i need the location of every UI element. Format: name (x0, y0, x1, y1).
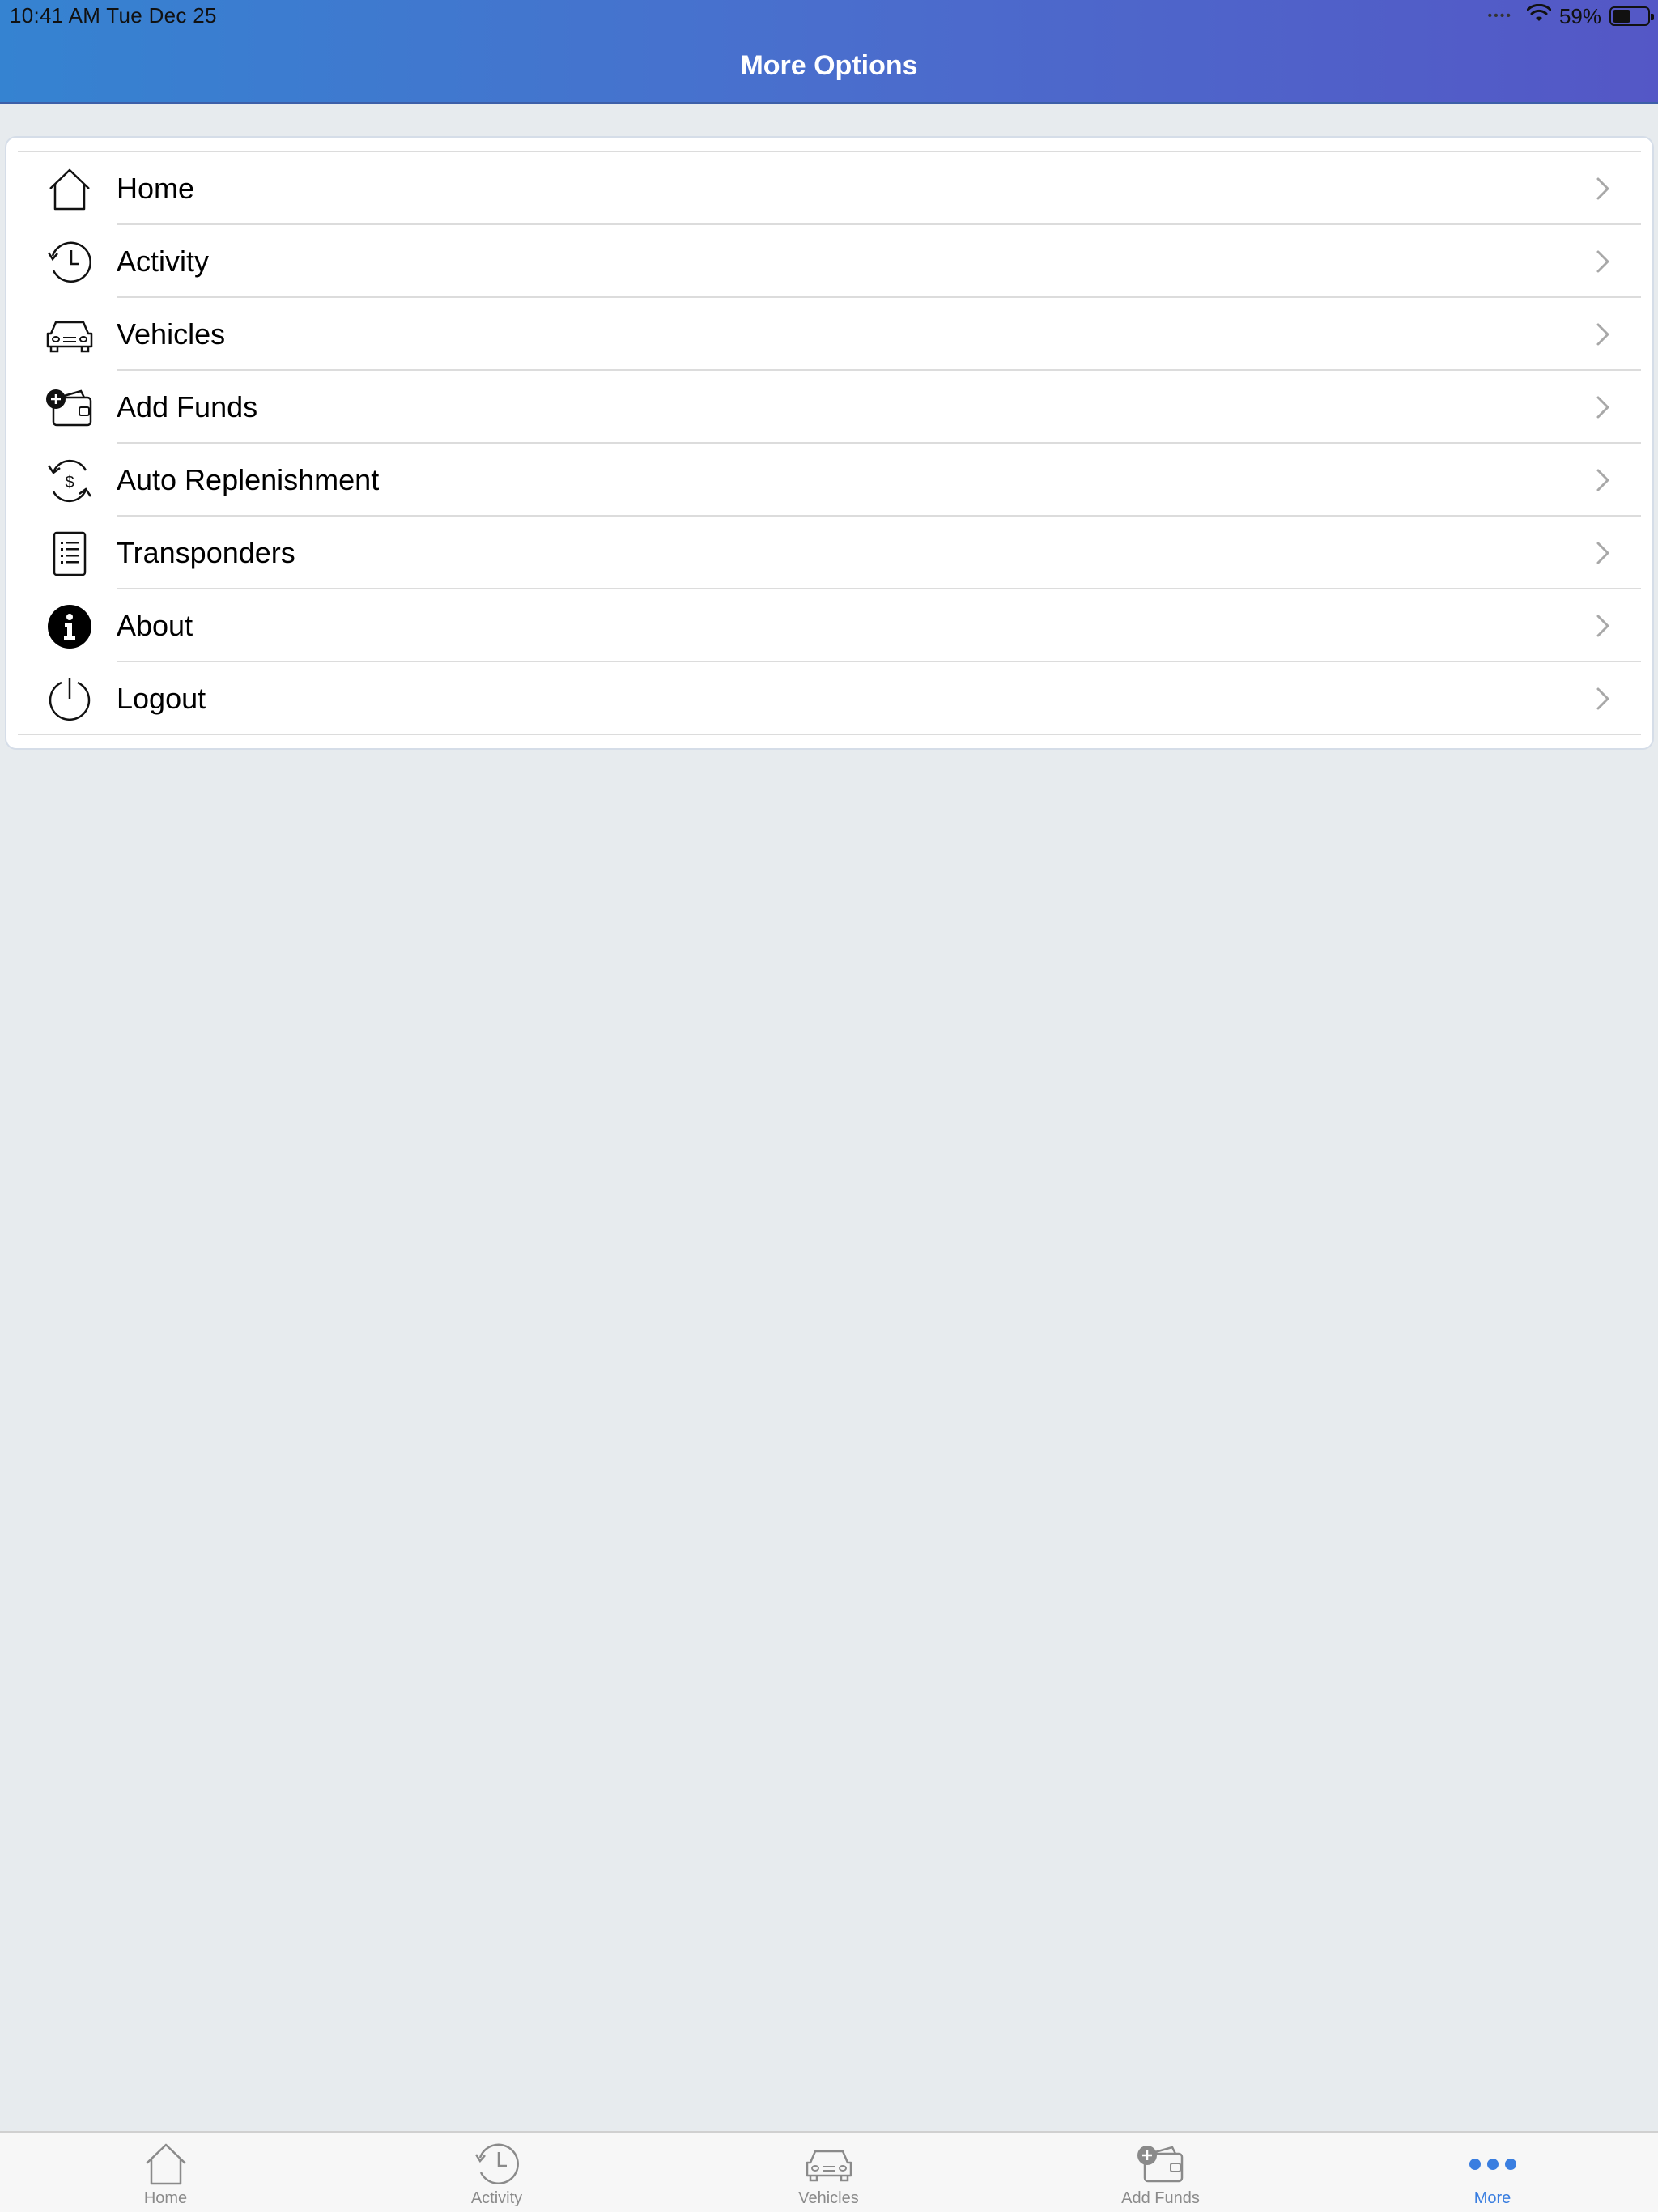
tab-label: Home (143, 2189, 188, 2207)
tab-home[interactable]: Home (0, 2133, 331, 2212)
chevron-right-icon (1596, 614, 1610, 642)
menu-item-vehicles[interactable]: Vehicles (6, 298, 1652, 371)
menu-item-about[interactable]: About (6, 589, 1652, 662)
home-icon (44, 166, 96, 213)
power-icon (44, 676, 96, 723)
chevron-right-icon (1596, 468, 1610, 496)
svg-text:$: $ (65, 474, 74, 491)
tab-add-funds[interactable]: Add Funds (995, 2133, 1326, 2212)
more-dots-icon (1467, 2141, 1519, 2188)
menu-item-auto-replenishment[interactable]: $ Auto Replenishment (6, 444, 1652, 517)
wallet-add-icon (1135, 2141, 1187, 2188)
tab-more[interactable]: More (1327, 2133, 1658, 2212)
menu-item-label: Auto Replenishment (117, 463, 380, 496)
tab-label: Add Funds (1121, 2189, 1200, 2207)
chevron-right-icon (1596, 177, 1610, 205)
chevron-right-icon (1596, 541, 1610, 569)
history-clock-icon (44, 239, 96, 286)
wifi-icon (1526, 3, 1552, 29)
car-icon (44, 312, 96, 359)
tab-label: Vehicles (798, 2189, 859, 2207)
tab-bar: Home Activity Vehicles Add Funds More (0, 2131, 1658, 2212)
list-document-icon (44, 530, 96, 577)
menu-item-label: Add Funds (117, 390, 258, 423)
tab-label: More (1473, 2189, 1511, 2207)
more-options-menu: Home Activity Vehicles Add Funds $ Auto … (5, 136, 1654, 750)
info-icon (44, 603, 96, 650)
tab-vehicles[interactable]: Vehicles (663, 2133, 994, 2212)
menu-item-add-funds[interactable]: Add Funds (6, 371, 1652, 444)
menu-item-label: Transponders (117, 536, 295, 569)
menu-item-label: About (117, 609, 193, 642)
battery-icon (1609, 6, 1654, 26)
app-header: 10:41 AM Tue Dec 25 •••• 59% More Option… (0, 0, 1658, 104)
page-title: More Options (740, 50, 918, 81)
dollar-refresh-icon: $ (44, 457, 96, 504)
home-icon (140, 2141, 192, 2188)
menu-item-label: Home (117, 172, 195, 205)
menu-item-transponders[interactable]: Transponders (6, 517, 1652, 589)
menu-item-logout[interactable]: Logout (6, 662, 1652, 735)
car-icon (803, 2141, 855, 2188)
history-clock-icon (471, 2141, 523, 2188)
signal-dots-icon: •••• (1487, 9, 1512, 23)
chevron-right-icon (1596, 322, 1610, 351)
chevron-right-icon (1596, 395, 1610, 423)
chevron-right-icon (1596, 687, 1610, 715)
status-time: 10:41 AM Tue Dec 25 (10, 3, 217, 28)
menu-item-home[interactable]: Home (6, 152, 1652, 225)
chevron-right-icon (1596, 249, 1610, 278)
menu-item-activity[interactable]: Activity (6, 225, 1652, 298)
menu-item-label: Vehicles (117, 317, 226, 351)
menu-item-label: Activity (117, 245, 210, 278)
tab-label: Activity (470, 2189, 523, 2207)
menu-divider (18, 734, 1641, 735)
status-indicators: •••• 59% (1487, 3, 1654, 29)
wallet-add-icon (44, 385, 96, 432)
tab-activity[interactable]: Activity (331, 2133, 662, 2212)
menu-item-label: Logout (117, 682, 206, 715)
battery-percent: 59% (1558, 3, 1601, 28)
